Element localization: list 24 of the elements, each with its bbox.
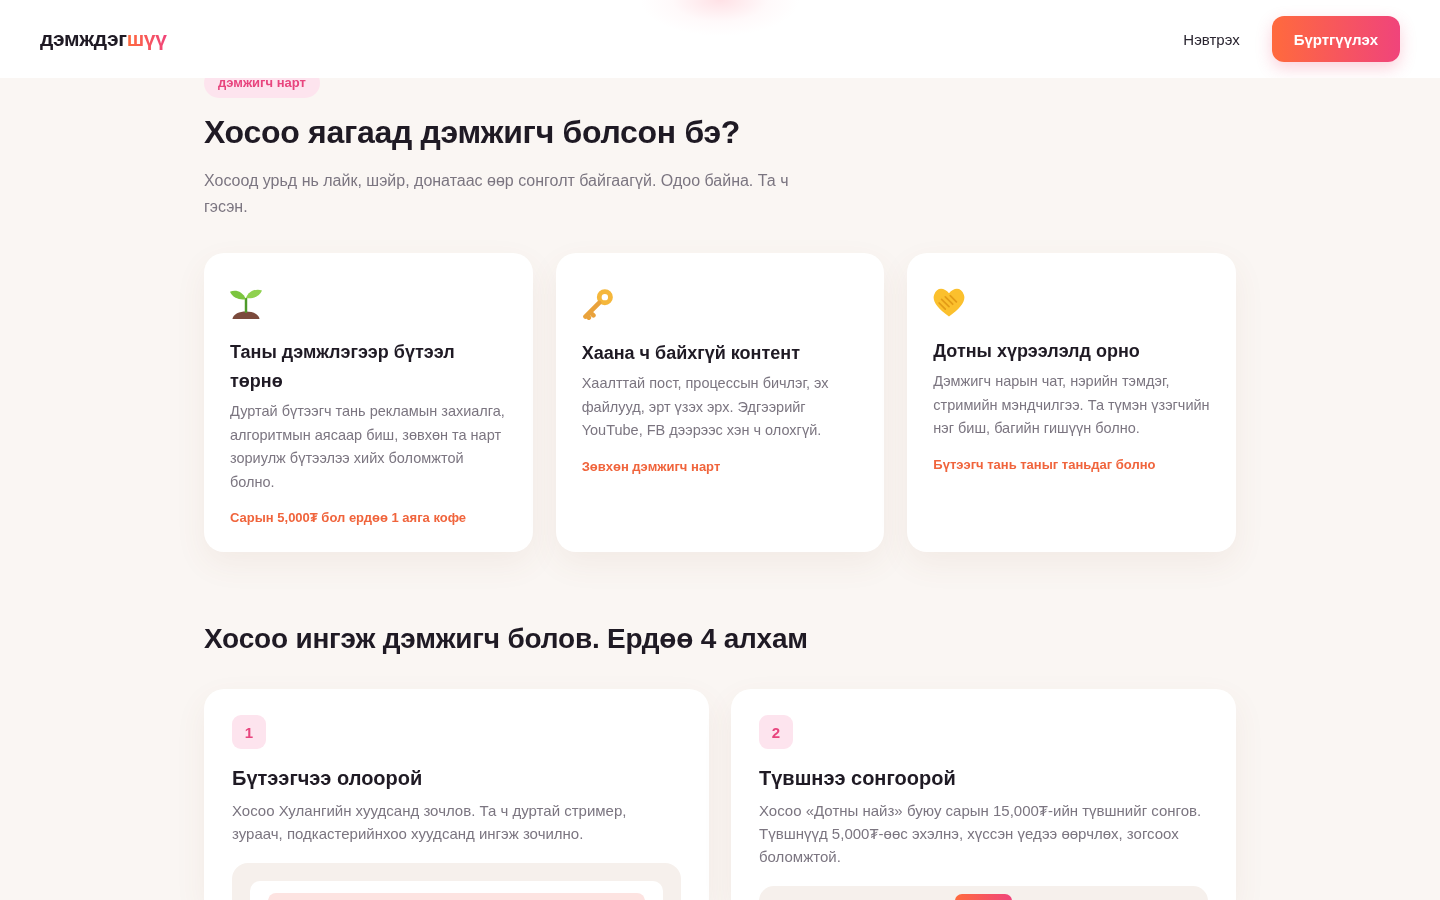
card-title: Дотны хүрээлэлд орно [933,340,1141,363]
nav-link[interactable]: Нэвтрэх [1183,30,1240,48]
step-text: Хосоо Хулангийн хуудсанд зочлов. Та ч дуртай стример, зураач, подкастерийнхоо хуудсанд ингэж зочилно. [232,801,628,844]
step-number: 1 [232,715,266,749]
card-text: Хаалттай пост, процессын бичлэг, эх файлууд, эрт үзэх эрх. Эдгээрийг YouTube, FB дээрээс хэн ч олохгүй. [581,374,830,440]
card-title: Хаана ч байхгүй контент [581,342,801,365]
tier-pill [955,894,1012,900]
step-title: Түвшнээ сонгоорой [759,766,957,791]
step-text: Хосоо «Дотны найз» буюу сарын 15,000₮-ийн түвшнийг сонгов. Түвшнүүд 5,000₮-өөс эхэлнэ, хүссэн үедээ өөрчлөх, зогсоох боломжтой. [759,801,1203,867]
logo[interactable]: дэмждэгшүү [40,27,167,51]
card-title: Таны дэмжлэгээр бүтээл төрнө [230,341,456,393]
card-note: Сарын 5,000₮ бол ердөө 1 аяга кофе [230,509,468,527]
section-lead: Хосоод урьд нь лайк, шэйр, донатаас өөр сонголт байгаагүй. Одоо байна. Та ч гэсэн. [204,171,790,217]
card-text: Дуртай бүтээгч тань рекламын захиалга, алгоритмын аясаар биш, зөвхөн та нарт зориулж бүтээлээ хийх боломжтой болно. [230,402,506,492]
card-text: Дэмжигч нарын чат, нэрийн тэмдэг, стримийн мэндчилгээ. Та түмэн үзэгчийн нэг биш, багийн гишүүн болно. [933,372,1210,438]
heart-icon [933,288,966,318]
card-note: Бүтээгч тань таныг таньдаг болно [933,455,1157,474]
sprout-icon [230,288,262,319]
card-note: Зөвхөн дэмжигч нарт [581,457,722,476]
section-title: Хосоо ингэж дэмжигч болов. Ердөө 4 алхам [204,622,809,656]
step-title: Бүтээгчээ олоорой [232,766,424,791]
section-title: Хосоо яагаад дэмжигч болсон бэ? [204,113,742,151]
step-number: 2 [759,715,793,749]
key-icon [581,288,614,320]
